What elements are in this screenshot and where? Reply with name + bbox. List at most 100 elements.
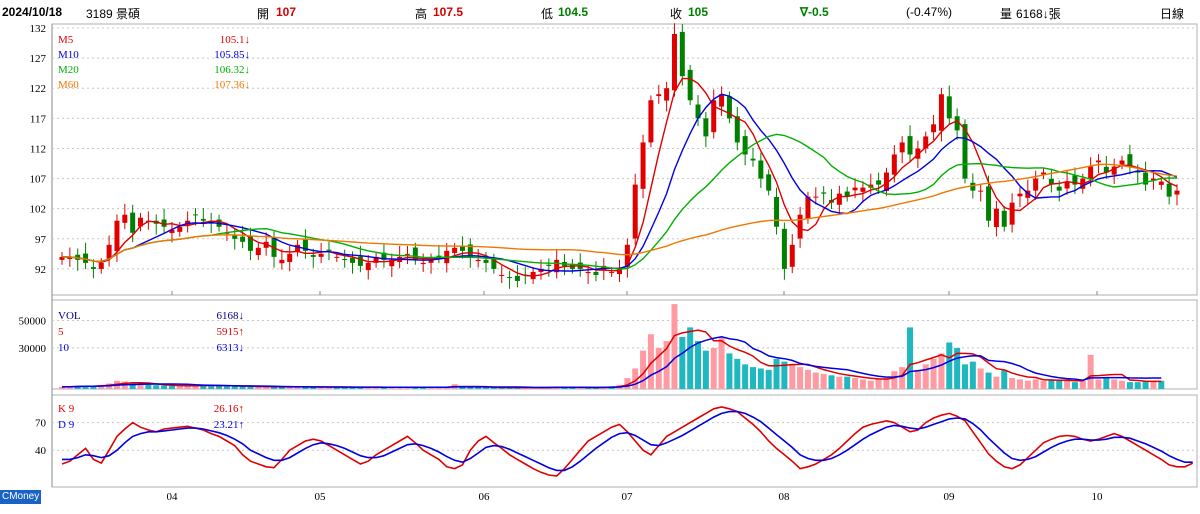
volume-bar	[1071, 382, 1078, 389]
candle-body	[326, 249, 332, 251]
candle-body	[334, 256, 340, 258]
volume-bar	[695, 341, 702, 389]
candle-body	[781, 228, 787, 269]
volume-bar	[789, 364, 796, 389]
volume-legend-value: 6168↓	[217, 310, 245, 322]
candle-body	[1009, 202, 1015, 225]
volume-tick-label: 30000	[19, 343, 47, 355]
volume-bar	[891, 371, 898, 389]
candle-body	[1088, 166, 1094, 179]
volume-bar	[922, 364, 929, 389]
volume-bar	[216, 385, 223, 389]
price-tick-label: 112	[30, 143, 46, 155]
volume-bar	[1048, 379, 1055, 389]
candle-body	[90, 267, 96, 269]
price-tick-label: 107	[30, 174, 47, 186]
candle-body	[350, 257, 356, 263]
candle-body	[986, 186, 992, 221]
candle-body	[876, 180, 882, 185]
volume-legend-name: 5	[58, 326, 64, 338]
candle-body	[789, 244, 795, 267]
candle-body	[774, 196, 780, 227]
volume-bar	[223, 386, 230, 389]
volume-bar	[671, 304, 678, 389]
volume-bar	[946, 342, 953, 389]
volume-bar	[797, 367, 804, 389]
candle-body	[860, 187, 866, 192]
month-tick-label: 05	[315, 491, 327, 503]
volume-bar	[726, 353, 733, 389]
volume-bar	[1016, 379, 1023, 389]
volume-bar	[907, 327, 914, 389]
candle-body	[357, 256, 363, 266]
volume-bar	[153, 385, 160, 389]
candle-body	[656, 94, 662, 97]
price-legend-name: M60	[58, 79, 79, 91]
kd-legend-value: 26.16↑	[214, 403, 244, 415]
candle-body	[836, 193, 842, 205]
volume-bar	[804, 369, 811, 389]
volume-legend-name: VOL	[58, 310, 81, 322]
price-tick-label: 102	[30, 204, 47, 216]
candle-body	[978, 190, 984, 192]
candle-body	[255, 247, 261, 256]
candle-body	[342, 258, 348, 260]
candle-body	[797, 214, 803, 239]
candle-body	[899, 142, 905, 153]
candle-body	[130, 212, 136, 233]
candle-body	[1119, 160, 1125, 165]
candle-body	[632, 184, 638, 239]
volume-bar	[844, 376, 851, 389]
price-legend-value: 105.85↓	[214, 49, 250, 61]
volume-bar	[812, 372, 819, 389]
volume-bar	[145, 384, 152, 389]
candle-body	[106, 244, 112, 259]
volume-bar	[993, 376, 1000, 389]
volume-bar	[836, 376, 843, 389]
volume-bar	[687, 327, 694, 389]
candle-body	[404, 253, 410, 255]
candle-body	[931, 124, 937, 133]
candle-body	[420, 262, 426, 265]
candle-body	[546, 264, 552, 266]
volume-bar	[710, 347, 717, 389]
volume-bar	[1040, 380, 1047, 389]
price-tick-label: 132	[30, 23, 47, 35]
candle-body	[852, 187, 858, 191]
volume-bar	[734, 358, 741, 389]
volume-bar	[1079, 380, 1086, 389]
kd-tick-label: 70	[35, 418, 47, 430]
candle-body	[821, 192, 827, 194]
volume-bar	[938, 353, 945, 389]
volume-bar	[742, 364, 749, 389]
month-tick-label: 08	[779, 491, 791, 503]
candle-body	[664, 88, 670, 101]
candle-body	[640, 142, 646, 189]
candle-body	[279, 259, 285, 264]
candle-body	[452, 247, 458, 253]
candle-body	[1017, 193, 1023, 197]
stock-chart: 132 127 122 117 112 107 102 97 92 04 05 06 07 08 09 10 M…	[19, 23, 1198, 503]
volume-bar	[1032, 379, 1039, 389]
price-tick-label: 127	[30, 53, 47, 65]
volume-bar	[1087, 354, 1094, 389]
candle-body	[993, 208, 999, 228]
price-legend-name: M5	[58, 34, 74, 46]
candle-body	[1001, 210, 1007, 227]
volume-bar	[930, 358, 937, 389]
volume-bar	[852, 378, 859, 389]
volume-bar	[679, 336, 686, 389]
candle-body	[310, 255, 316, 257]
candle-body	[200, 218, 206, 221]
volume-tick-label: 50000	[19, 316, 47, 328]
candle-body	[318, 253, 324, 257]
price-legend-name: M10	[58, 49, 79, 61]
volume-bar	[239, 386, 246, 389]
price-tick-label: 97	[35, 234, 47, 246]
price-legend-value: 107.36↓	[214, 79, 250, 91]
price-legend-value: 106.32↓	[214, 64, 250, 76]
month-tick-label: 06	[479, 491, 491, 503]
volume-bar	[985, 372, 992, 389]
candle-body	[585, 271, 591, 274]
candle-body	[514, 275, 520, 281]
